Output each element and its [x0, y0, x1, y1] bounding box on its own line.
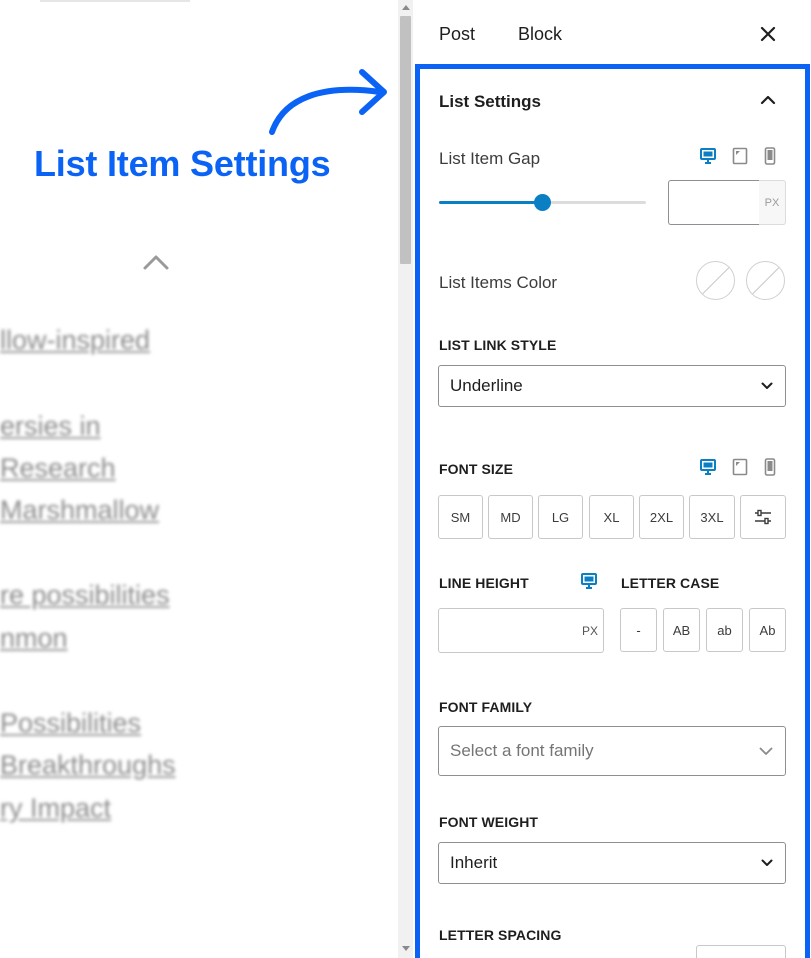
font-weight-label: FONT WEIGHT [439, 814, 539, 830]
scroll-thumb[interactable] [400, 16, 411, 264]
desktop-icon[interactable] [700, 458, 716, 476]
line-height-unit[interactable]: PX [582, 624, 598, 638]
chevron-up-icon[interactable] [757, 89, 779, 111]
list-item[interactable]: re possibilities [0, 580, 170, 611]
chevron-down-icon [761, 382, 773, 389]
list-item[interactable]: Possibilities [0, 708, 141, 739]
desktop-icon[interactable] [581, 572, 597, 590]
line-height-label: LINE HEIGHT [439, 575, 529, 591]
chevron-down-icon [759, 747, 773, 755]
sliders-icon [755, 509, 771, 525]
sidebar-tabs: Post Block [413, 0, 811, 64]
font-weight-select[interactable]: Inherit [438, 842, 786, 884]
settings-sidebar: Post Block List Settings List Item Gap P… [413, 0, 811, 958]
list-items-color-label: List Items Color [439, 273, 558, 292]
list-item[interactable]: ersies in [0, 411, 101, 442]
gap-number-input[interactable] [668, 180, 759, 225]
hover-color-swatch[interactable] [746, 261, 785, 300]
font-weight-value: Inherit [450, 853, 498, 872]
gap-slider-thumb[interactable] [534, 194, 551, 211]
letter-case-label: LETTER CASE [621, 575, 720, 591]
list-item[interactable]: ry Impact [0, 793, 111, 824]
list-item[interactable]: Research [0, 453, 116, 484]
font-size-label: FONT SIZE [439, 461, 514, 477]
list-link-style-label: LIST LINK STYLE [439, 337, 557, 353]
canvas-top-edge [40, 0, 190, 2]
list-settings-panel: List Settings List Item Gap PX List Item… [415, 64, 810, 958]
tablet-icon[interactable] [732, 458, 748, 476]
gap-slider-fill [439, 201, 543, 204]
scroll-down-icon[interactable] [402, 946, 410, 951]
letter-spacing-input[interactable] [696, 945, 786, 958]
tab-post[interactable]: Post [439, 24, 475, 45]
desktop-icon[interactable] [700, 147, 716, 165]
tab-block[interactable]: Block [518, 24, 562, 45]
letter-case-none-button[interactable]: - [620, 608, 657, 652]
chevron-up-icon[interactable] [142, 253, 170, 271]
letter-case-lower-button[interactable]: ab [706, 608, 743, 652]
font-size-lg-button[interactable]: LG [538, 495, 583, 539]
link-style-select[interactable]: Underline [438, 365, 786, 407]
font-family-select[interactable]: Select a font family [438, 726, 786, 776]
gap-unit[interactable]: PX [759, 180, 786, 225]
font-size-xl-button[interactable]: XL [589, 495, 634, 539]
font-size-sm-button[interactable]: SM [438, 495, 483, 539]
letter-case-capitalize-button[interactable]: Ab [749, 608, 786, 652]
font-family-placeholder: Select a font family [450, 741, 594, 760]
list-item[interactable]: llow-inspired [0, 325, 150, 356]
text-color-swatch[interactable] [696, 261, 735, 300]
mobile-icon[interactable] [762, 458, 778, 476]
font-size-3xl-button[interactable]: 3XL [689, 495, 735, 539]
mobile-icon[interactable] [762, 147, 778, 165]
canvas-scrollbar[interactable] [398, 0, 413, 958]
tablet-icon[interactable] [732, 147, 748, 165]
font-size-custom-button[interactable] [740, 495, 786, 539]
chevron-down-icon [761, 859, 773, 866]
annotation-arrow-icon [269, 69, 387, 135]
list-item[interactable]: Marshmallow [0, 495, 159, 526]
font-size-2xl-button[interactable]: 2XL [639, 495, 684, 539]
close-icon[interactable] [756, 22, 780, 46]
list-item[interactable]: Breakthroughs [0, 750, 176, 781]
panel-title: List Settings [439, 92, 542, 111]
font-size-md-button[interactable]: MD [488, 495, 533, 539]
list-item-gap-label: List Item Gap [439, 149, 541, 168]
letter-case-upper-button[interactable]: AB [663, 608, 700, 652]
editor-canvas: List Item Settings llow-inspired ersies … [0, 0, 398, 958]
list-item[interactable]: nmon [0, 623, 68, 654]
font-family-label: FONT FAMILY [439, 699, 533, 715]
scroll-up-icon[interactable] [402, 5, 410, 10]
link-style-value: Underline [450, 376, 523, 395]
line-height-input[interactable] [438, 608, 604, 653]
letter-spacing-label: LETTER SPACING [439, 927, 562, 943]
annotation-title: List Item Settings [34, 143, 331, 184]
